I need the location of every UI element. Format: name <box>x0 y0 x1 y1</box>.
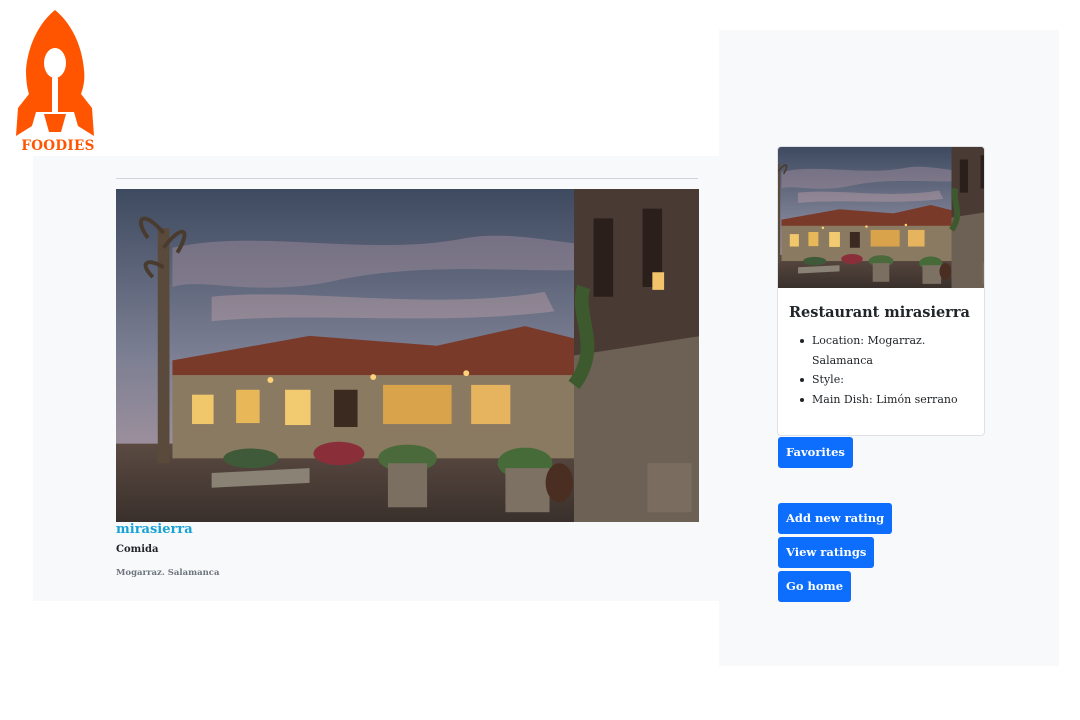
divider <box>116 178 698 179</box>
restaurant-name-link[interactable]: mirasierra <box>116 522 193 537</box>
foodies-logo[interactable]: FOODIES <box>14 8 100 156</box>
detail-list: Location: Mogarraz. Salamanca Style: Mai… <box>800 331 970 409</box>
restaurant-location: Mogarraz. Salamanca <box>116 568 220 578</box>
restaurant-category: Comida <box>116 544 159 555</box>
favorites-button[interactable]: Favorites <box>778 437 853 468</box>
card-photo <box>778 147 984 288</box>
brand-name: FOODIES <box>21 138 95 154</box>
add-rating-button[interactable]: Add new rating <box>778 503 893 534</box>
view-ratings-button[interactable]: View ratings <box>778 537 875 568</box>
detail-main-dish: Main Dish: Limón serrano <box>800 390 970 410</box>
restaurant-listing-panel: mirasierra Comida Mogarraz. Salamanca <box>33 156 723 601</box>
card-title: Restaurant mirasierra <box>789 304 970 321</box>
detail-location: Location: Mogarraz. Salamanca <box>800 331 970 370</box>
restaurant-detail-card: Restaurant mirasierra Location: Mogarraz… <box>777 146 985 436</box>
go-home-button[interactable]: Go home <box>778 571 852 602</box>
detail-style: Style: <box>800 370 970 390</box>
restaurant-photo <box>116 189 699 522</box>
detail-sidebar: Restaurant mirasierra Location: Mogarraz… <box>719 30 1059 666</box>
rocket-spoon-icon <box>16 10 94 136</box>
